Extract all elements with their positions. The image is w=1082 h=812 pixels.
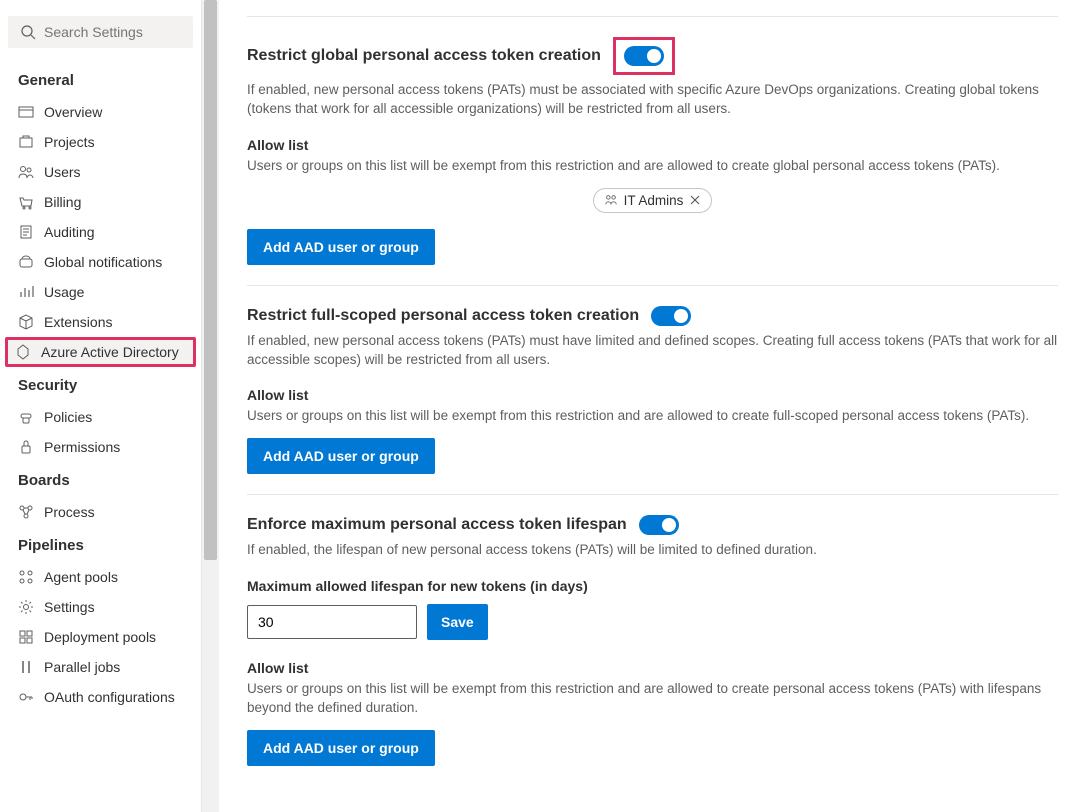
search-box[interactable] [8,16,193,48]
section-description: If enabled, the lifespan of new personal… [247,541,1058,560]
group-icon [604,193,618,207]
sidebar-item-azure-active-directory[interactable]: Azure Active Directory [5,337,196,367]
notifications-icon [18,254,34,270]
agent-pools-icon [18,569,34,585]
sidebar-item-label: Overview [44,104,102,120]
allow-list-description: Users or groups on this list will be exe… [247,680,1058,718]
section-description: If enabled, new personal access tokens (… [247,332,1058,370]
sidebar-item-label: Parallel jobs [44,659,120,675]
sidebar-item-label: Permissions [44,439,120,455]
sidebar-item-permissions[interactable]: Permissions [8,432,193,462]
allow-list-description: Users or groups on this list will be exe… [247,407,1058,426]
permissions-icon [18,439,34,455]
max-lifespan-input[interactable] [247,605,417,639]
section-title: Restrict global personal access token cr… [247,47,601,65]
policies-icon [18,409,34,425]
section-enforce-max-lifespan: Enforce maximum personal access token li… [247,495,1058,786]
section-title-security: Security [8,367,193,402]
sidebar-item-agent-pools[interactable]: Agent pools [8,562,193,592]
search-icon [20,24,36,40]
add-aad-user-button[interactable]: Add AAD user or group [247,229,435,265]
sidebar-item-projects[interactable]: Projects [8,127,193,157]
sidebar-item-label: Billing [44,194,81,210]
section-restrict-full-scoped-pat: Restrict full-scoped personal access tok… [247,286,1058,495]
add-aad-user-button[interactable]: Add AAD user or group [247,730,435,766]
sidebar-item-label: Azure Active Directory [41,344,179,360]
sidebar-item-label: Policies [44,409,92,425]
section-title: Restrict full-scoped personal access tok… [247,307,639,325]
sidebar-item-oauth-configurations[interactable]: OAuth configurations [8,682,193,712]
scrollbar[interactable] [202,0,219,812]
sidebar-item-label: Global notifications [44,254,162,270]
sidebar-item-policies[interactable]: Policies [8,402,193,432]
projects-icon [18,134,34,150]
sidebar-item-extensions[interactable]: Extensions [8,307,193,337]
section-title: Enforce maximum personal access token li… [247,516,627,534]
settings-icon [18,599,34,615]
auditing-icon [18,224,34,240]
search-input[interactable] [44,24,181,40]
process-icon [18,504,34,520]
allow-list-title: Allow list [247,137,1058,153]
toggle-restrict-global-pat[interactable] [624,46,664,66]
sidebar-item-settings[interactable]: Settings [8,592,193,622]
oauth-icon [18,689,34,705]
sidebar-item-label: Usage [44,284,84,300]
sidebar-item-label: Projects [44,134,95,150]
section-title-pipelines: Pipelines [8,527,193,562]
sidebar-item-process[interactable]: Process [8,497,193,527]
aad-icon [15,344,31,360]
extensions-icon [18,314,34,330]
main-content: Restrict global personal access token cr… [219,0,1082,812]
section-description: If enabled, new personal access tokens (… [247,81,1058,119]
sidebar-item-parallel-jobs[interactable]: Parallel jobs [8,652,193,682]
sidebar-item-users[interactable]: Users [8,157,193,187]
section-restrict-global-pat: Restrict global personal access token cr… [247,17,1058,285]
sidebar-item-label: Users [44,164,81,180]
allow-list-description: Users or groups on this list will be exe… [247,157,1058,176]
deployment-pools-icon [18,629,34,645]
add-aad-user-button[interactable]: Add AAD user or group [247,438,435,474]
usage-icon [18,284,34,300]
sidebar: General Overview Projects Users Billing … [0,0,202,812]
allow-list-title: Allow list [247,387,1058,403]
sidebar-item-label: OAuth configurations [44,689,175,705]
allow-list-title: Allow list [247,660,1058,676]
allow-list-chip[interactable]: IT Admins [593,188,713,213]
sidebar-item-label: Deployment pools [44,629,156,645]
toggle-enforce-max-lifespan[interactable] [639,515,679,535]
sidebar-item-global-notifications[interactable]: Global notifications [8,247,193,277]
sidebar-item-usage[interactable]: Usage [8,277,193,307]
section-title-boards: Boards [8,462,193,497]
parallel-jobs-icon [18,659,34,675]
users-icon [18,164,34,180]
chip-label: IT Admins [624,193,684,208]
sidebar-item-label: Agent pools [44,569,118,585]
sidebar-item-label: Extensions [44,314,112,330]
close-icon[interactable] [689,194,701,206]
toggle-restrict-full-scoped-pat[interactable] [651,306,691,326]
section-title-general: General [8,62,193,97]
max-lifespan-label: Maximum allowed lifespan for new tokens … [247,578,1058,594]
scrollbar-thumb[interactable] [204,0,217,560]
sidebar-item-label: Auditing [44,224,95,240]
billing-icon [18,194,34,210]
save-button[interactable]: Save [427,604,488,640]
sidebar-item-overview[interactable]: Overview [8,97,193,127]
sidebar-item-label: Settings [44,599,95,615]
sidebar-item-auditing[interactable]: Auditing [8,217,193,247]
sidebar-item-deployment-pools[interactable]: Deployment pools [8,622,193,652]
highlight-annotation [613,37,675,75]
overview-icon [18,104,34,120]
sidebar-item-label: Process [44,504,95,520]
sidebar-item-billing[interactable]: Billing [8,187,193,217]
